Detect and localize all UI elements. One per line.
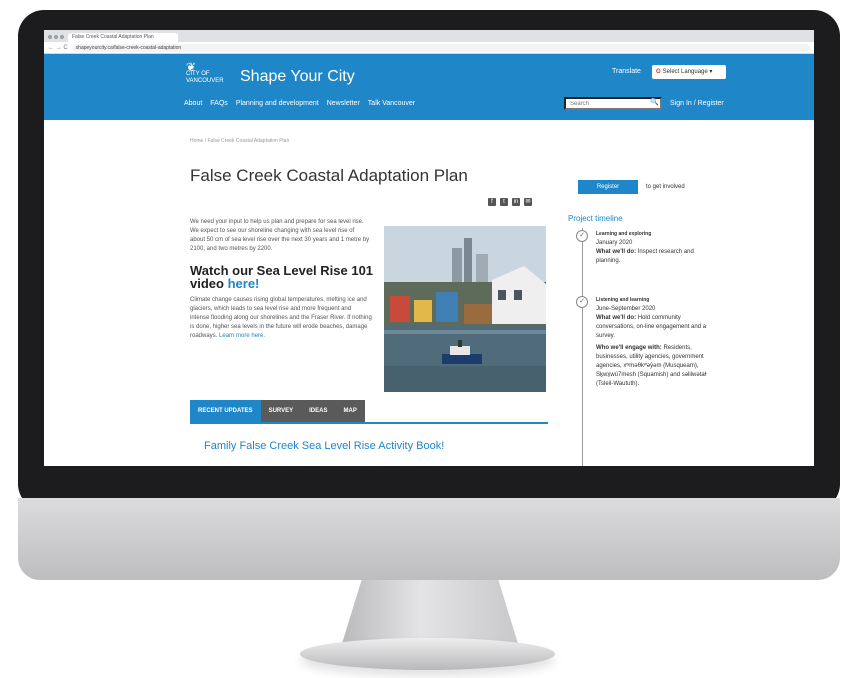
browser-tabbar: False Creek Coastal Adaptation Plan [44,30,814,42]
logo-line1: CITY OF [186,71,210,77]
tab-survey[interactable]: SURVEY [260,400,302,422]
screen: False Creek Coastal Adaptation Plan ← → … [44,30,814,466]
body-text: Climate change causes rising global temp… [190,296,372,341]
stage-2-engage: Who we'll engage with: Residents, busine… [596,344,716,389]
stage-2-engage-label: Who we'll engage with: [596,345,662,351]
register-button[interactable]: Register [578,180,638,194]
translate-link[interactable]: Translate [612,68,641,75]
video-heading-text: Watch our Sea Level Rise 101 video [190,263,374,291]
tab-underline [190,422,548,424]
body-paragraph: Climate change causes rising global temp… [190,297,372,339]
stage-1-label: What we'll do: [596,249,637,255]
language-select-label: Select Language [662,69,708,75]
monitor-stand-foot [300,638,555,670]
nav-item-faqs[interactable]: FAQs [210,100,228,107]
stage-2-label: What we'll do: [596,315,637,321]
video-heading: Watch our Sea Level Rise 101 video here! [190,264,390,290]
tab-recent-updates[interactable]: RECENT UPDATES [190,400,261,422]
stage-2-description: What we'll do: Hold community conversati… [596,314,716,341]
google-icon: G [656,69,661,75]
nav-item-about[interactable]: About [184,100,202,107]
nav-item-newsletter[interactable]: Newsletter [327,100,360,107]
stage-2-date: June-September 2020 [596,306,656,312]
monitor-chin [18,498,840,580]
content-tabs: RECENT UPDATES SURVEY IDEAS MAP [190,400,365,422]
timeline-title: Project timeline [568,214,623,223]
share-icons: f t in ✉ [488,198,532,206]
tab-map[interactable]: MAP [335,400,365,422]
nav-item-talk-vancouver[interactable]: Talk Vancouver [368,100,415,107]
tab-ideas[interactable]: IDEAS [301,400,336,422]
timeline-line [582,228,583,466]
facebook-icon[interactable]: f [488,198,496,206]
nav-item-planning[interactable]: Planning and development [236,100,319,107]
search-icon[interactable]: 🔍 [650,98,659,106]
main-nav: About FAQs Planning and development News… [184,100,415,107]
browser-nav-buttons[interactable]: ← → C [48,45,68,51]
site-title[interactable]: Shape Your City [240,68,355,86]
sign-in-link[interactable]: Sign In / Register [670,100,724,107]
browser-urlbar: ← → C shapeyourcity.ca/false-creek-coast… [44,42,814,54]
address-bar[interactable]: shapeyourcity.ca/false-creek-coastal-ada… [71,43,810,52]
logo-line2: VANCOUVER [186,78,224,84]
page-title: False Creek Coastal Adaptation Plan [190,166,468,185]
stage-2-title: Listening and learning [596,297,650,303]
false-creek-photo [384,226,546,392]
stage-1-date: January 2020 [596,240,633,246]
email-icon[interactable]: ✉ [524,198,532,206]
stage-1-title: Learning and exploring [596,231,652,237]
get-involved-text: to get involved [646,184,685,190]
browser-tab[interactable]: False Creek Coastal Adaptation Plan [68,33,178,42]
monitor-mockup: False Creek Coastal Adaptation Plan ← → … [0,0,850,678]
city-logo[interactable]: ❦ CITY OF VANCOUVER [186,60,224,85]
logo-mark-icon: ❦ [186,60,197,74]
site-header: ❦ CITY OF VANCOUVER Shape Your City Tran… [44,54,814,120]
window-controls[interactable] [48,35,64,42]
timeline-stage-2: Listening and learning June-September 20… [596,296,716,389]
intro-text: We need your input to help us plan and p… [190,219,370,252]
breadcrumb[interactable]: Home / False Creek Coastal Adaptation Pl… [190,138,289,144]
search-input[interactable] [564,97,662,110]
video-link[interactable]: here! [228,276,260,291]
update-title-link[interactable]: Family False Creek Sea Level Rise Activi… [204,440,444,452]
language-select[interactable]: G Select Language ▾ [652,65,726,79]
main-content: Home / False Creek Coastal Adaptation Pl… [44,120,814,466]
check-icon: ✓ [576,296,588,308]
twitter-icon[interactable]: t [500,198,508,206]
stage-1-description: What we'll do: Inspect research and plan… [596,248,716,266]
check-icon: ✓ [576,230,588,242]
linkedin-icon[interactable]: in [512,198,520,206]
stage-2-engage-text: Residents, businesses, utility agencies,… [596,345,707,387]
learn-more-link[interactable]: Learn more here. [219,333,265,339]
chevron-down-icon: ▾ [709,69,713,75]
timeline-stage-1: Learning and exploring January 2020 What… [596,230,716,266]
